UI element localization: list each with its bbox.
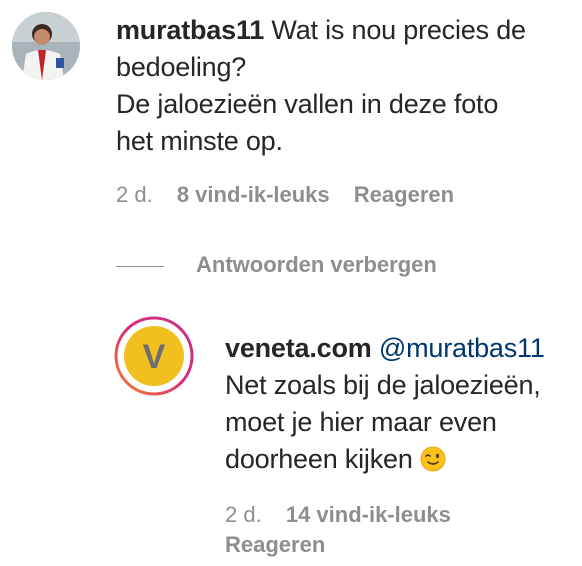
reply-text-line-3: doorheen kijken bbox=[225, 444, 413, 474]
comment-text-line-4: het minste op. bbox=[116, 126, 283, 156]
reply-body: veneta.com @muratbas11 Net zoals bij de … bbox=[225, 330, 570, 478]
reply-mention[interactable]: @muratbas11 bbox=[379, 333, 545, 363]
reply-avatar[interactable]: V bbox=[114, 316, 194, 396]
comment-meta: 2 d. 8 vind-ik-leuks Reageren bbox=[116, 182, 454, 208]
reply-text-line-2: moet je hier maar even bbox=[225, 407, 497, 437]
reply-likes[interactable]: 14 vind-ik-leuks bbox=[286, 500, 451, 530]
replies-divider bbox=[116, 266, 164, 267]
hide-replies-button[interactable]: Antwoorden verbergen bbox=[196, 252, 437, 278]
comment-text-line-1: Wat is nou precies de bbox=[271, 15, 526, 45]
reply-text-line-1: Net zoals bij de jaloezieën, bbox=[225, 370, 541, 400]
winking-face-icon bbox=[420, 446, 446, 472]
comment-text-line-3: De jaloezieën vallen in deze foto bbox=[116, 89, 499, 119]
avatar-letter: V bbox=[143, 338, 166, 376]
comment-timestamp[interactable]: 2 d. bbox=[116, 182, 153, 208]
reply-reply-button[interactable]: Reageren bbox=[225, 530, 325, 560]
veneta-logo-icon: V bbox=[114, 316, 194, 396]
comment-likes[interactable]: 8 vind-ik-leuks bbox=[177, 182, 330, 208]
reply-timestamp[interactable]: 2 d. bbox=[225, 500, 262, 530]
comment-text-line-2: bedoeling? bbox=[116, 52, 247, 82]
profile-photo-icon bbox=[12, 12, 80, 80]
comment-reply-button[interactable]: Reageren bbox=[354, 182, 454, 208]
reply-meta: 2 d. 14 vind-ik-leuks Reageren bbox=[225, 500, 525, 560]
commenter-avatar[interactable] bbox=[12, 12, 80, 80]
comment-username[interactable]: muratbas11 bbox=[116, 15, 264, 45]
reply-username[interactable]: veneta.com bbox=[225, 333, 372, 363]
comment-body: muratbas11 Wat is nou precies de bedoeli… bbox=[116, 12, 566, 160]
